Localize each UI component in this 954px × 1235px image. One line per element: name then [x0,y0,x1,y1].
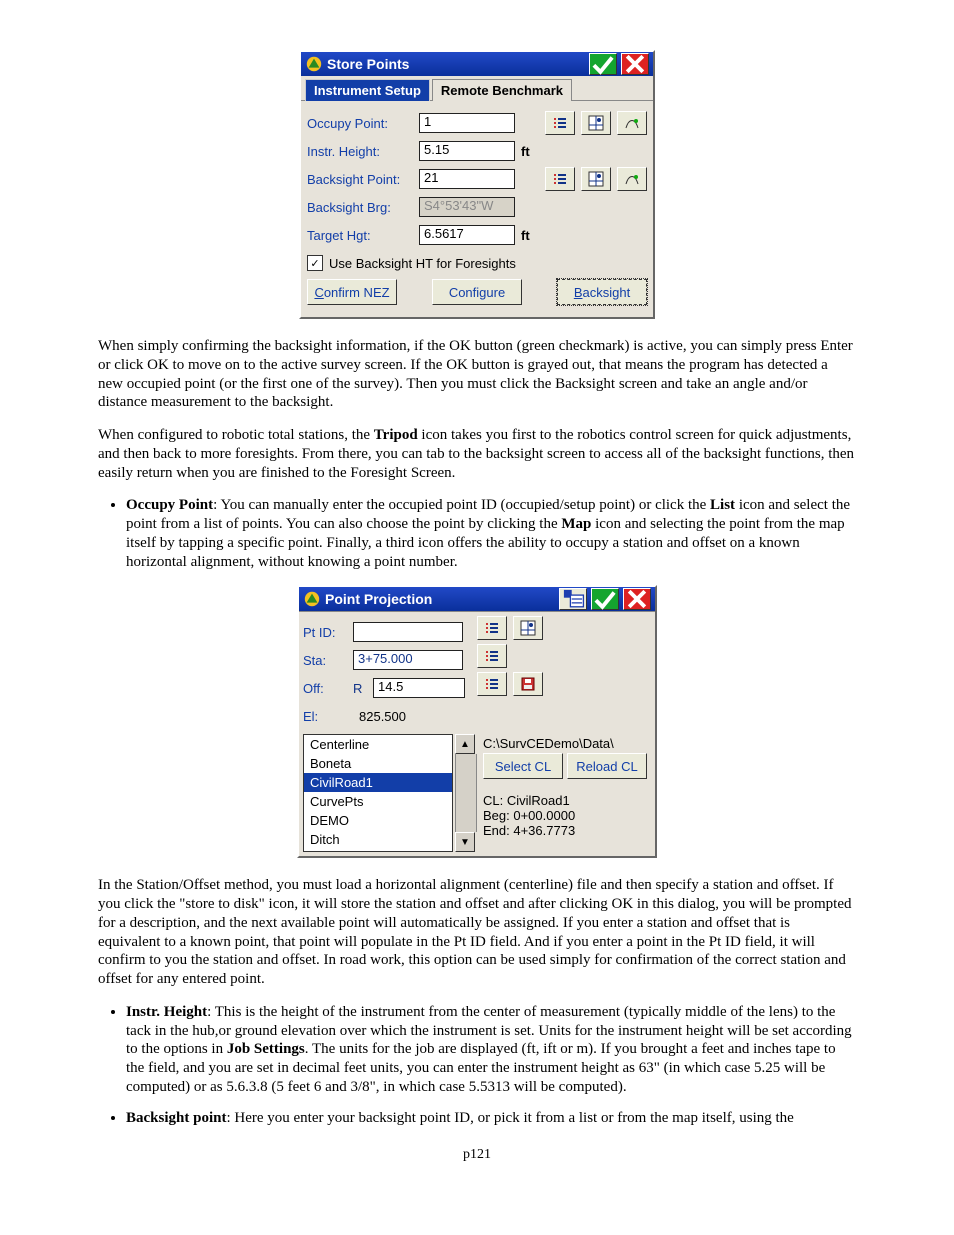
backsight-point-label: Backsight Point: [307,172,413,187]
instr-height-unit: ft [521,144,530,159]
path-label: C:\SurvCEDemo\Data\ [483,734,651,753]
ok-button[interactable] [591,588,619,610]
backsight-button[interactable]: Backsight [557,279,647,305]
use-bs-ht-label: Use Backsight HT for Foresights [329,256,516,271]
store-to-disk-icon[interactable] [513,672,543,696]
paragraph-station-offset: In the Station/Offset method, you must l… [98,876,856,989]
off-input[interactable]: 14.5 [373,678,465,698]
app-logo-icon [305,55,323,73]
station-icon[interactable] [617,111,647,135]
sta-label: Sta: [303,653,347,668]
list-item[interactable]: Centerline [304,735,452,754]
bullet-backsight-point: Backsight point: Here you enter your bac… [126,1109,856,1128]
tab-strip: Instrument Setup Remote Benchmark [301,76,653,100]
occupy-point-input[interactable]: 1 [419,113,515,133]
beg-info: Beg: 0+00.0000 [483,808,651,823]
select-cl-button[interactable]: Select CL [483,753,563,779]
backsight-point-input[interactable]: 21 [419,169,515,189]
close-button[interactable] [621,53,649,75]
close-button[interactable] [623,588,651,610]
scroll-up-icon[interactable]: ▲ [455,734,475,754]
target-hgt-unit: ft [521,228,530,243]
dialog-title: Store Points [327,56,585,72]
use-bs-ht-checkbox[interactable]: ✓ [307,255,323,271]
list-icon[interactable] [545,167,575,191]
app-logo-icon [303,590,321,608]
list-item[interactable]: Ditch [304,830,452,849]
list-icon[interactable] [545,111,575,135]
configure-button[interactable]: Configure [432,279,522,305]
target-hgt-label: Target Hgt: [307,228,413,243]
end-info: End: 4+36.7773 [483,823,651,838]
map-icon[interactable] [513,616,543,640]
off-side: R [353,681,367,696]
paragraph-tripod: When configured to robotic total station… [98,426,856,482]
list-item[interactable]: DEMO [304,811,452,830]
list-icon[interactable] [477,672,507,696]
titlebar: Store Points [301,52,653,76]
map-icon[interactable] [581,167,611,191]
map-icon[interactable] [581,111,611,135]
centerline-listbox[interactable]: Centerline Boneta CivilRoad1 CurvePts DE… [303,734,453,852]
list-icon[interactable] [477,644,507,668]
sta-input[interactable]: 3+75.000 [353,650,463,670]
tab-instrument-setup[interactable]: Instrument Setup [305,79,430,101]
reload-cl-button[interactable]: Reload CL [567,753,647,779]
pt-id-input[interactable] [353,622,463,642]
bullet-occupy-point: Occupy Point: You can manually enter the… [126,496,856,571]
page-number: p121 [98,1147,856,1163]
dialog-body: Occupy Point: 1 Instr. Height: 5.15 ft B… [301,100,653,317]
el-label: El: [303,709,347,724]
list-item[interactable]: Boneta [304,754,452,773]
instr-height-input[interactable]: 5.15 [419,141,515,161]
occupy-point-label: Occupy Point: [307,116,413,131]
paragraph-confirm: When simply confirming the backsight inf… [98,337,856,412]
instr-height-label: Instr. Height: [307,144,413,159]
confirm-nez-button[interactable]: Confirm NEZ [307,279,397,305]
list-icon[interactable] [477,616,507,640]
ok-button[interactable] [589,53,617,75]
settings-button[interactable] [559,588,587,610]
target-hgt-input[interactable]: 6.5617 [419,225,515,245]
titlebar: Point Projection [299,587,655,611]
point-projection-dialog: Point Projection Pt ID: Sta: 3+75.000 [297,585,657,858]
off-label: Off: [303,681,347,696]
list-item[interactable]: CurvePts [304,792,452,811]
station-icon[interactable] [617,167,647,191]
dialog-title: Point Projection [325,591,555,607]
scrollbar[interactable]: ▲ ▼ [455,734,477,852]
list-item[interactable]: CivilRoad1 [304,773,452,792]
el-value: 825.500 [353,709,406,724]
store-points-dialog: Store Points Instrument Setup Remote Ben… [299,50,655,319]
dialog-body: Pt ID: Sta: 3+75.000 Off: R 14.5 El: 825… [299,611,655,856]
backsight-brg-label: Backsight Brg: [307,200,413,215]
scroll-down-icon[interactable]: ▼ [455,832,475,852]
bullet-instr-height: Instr. Height: This is the height of the… [126,1003,856,1097]
tab-remote-benchmark[interactable]: Remote Benchmark [432,79,572,101]
cl-info: CL: CivilRoad1 [483,793,651,808]
pt-id-label: Pt ID: [303,625,347,640]
backsight-brg-value: S4°53'43"W [419,197,515,217]
